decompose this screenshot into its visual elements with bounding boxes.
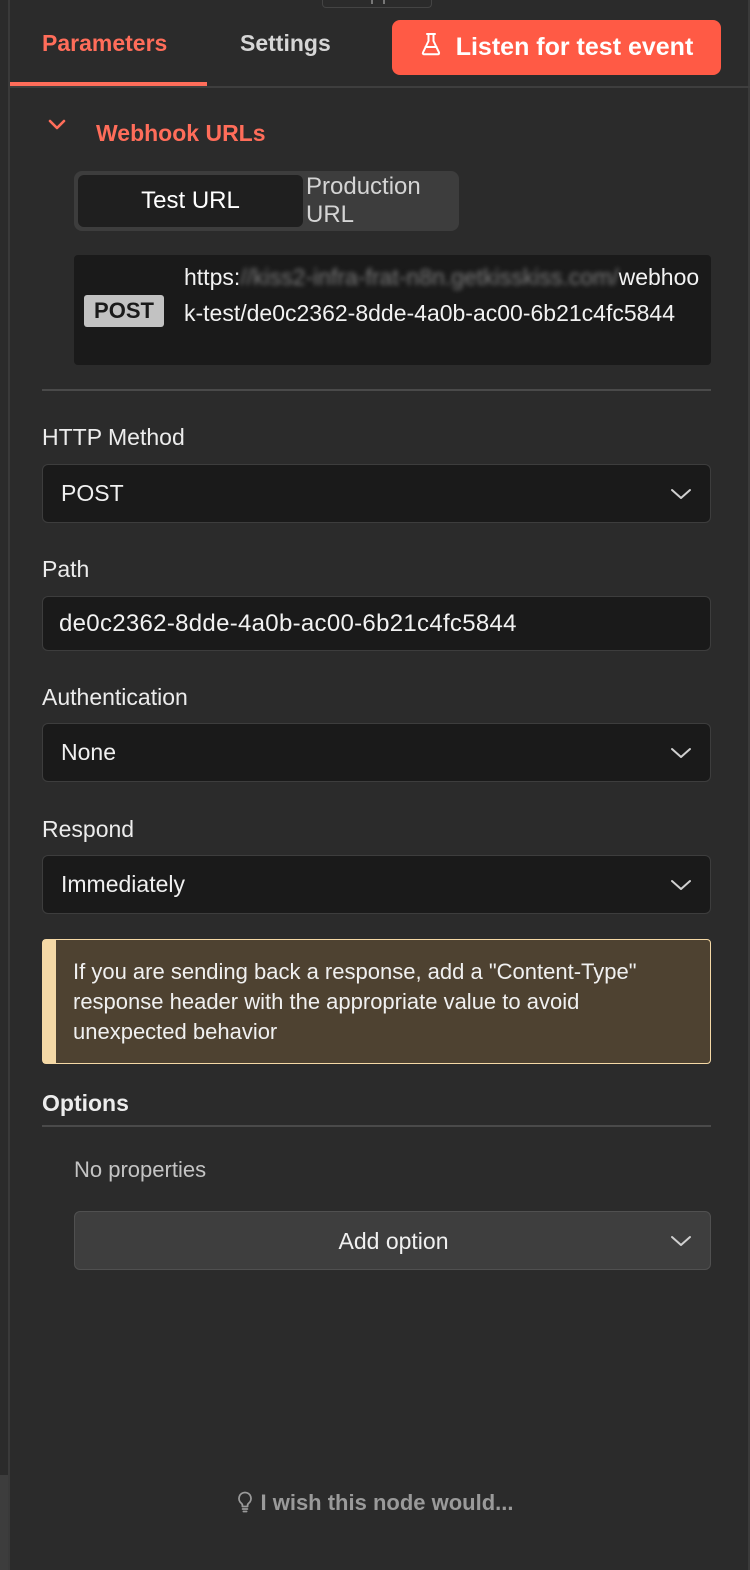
options-divider [42, 1125, 711, 1127]
respond-value: Immediately [61, 871, 185, 897]
chevron-down-icon [671, 748, 691, 758]
panel-tabs: Parameters Settings Listen for test even… [10, 0, 750, 88]
notice-text: If you are sending back a response, add … [73, 959, 637, 1044]
chevron-down-icon [671, 489, 691, 499]
url-host-blurred: //kiss2-infra-frat-n8n.getkisskiss.com/ [240, 264, 619, 290]
add-option-label: Add option [338, 1228, 449, 1254]
options-label: Options [42, 1090, 129, 1116]
test-url-tab[interactable]: Test URL [78, 175, 303, 227]
active-tab-indicator [10, 82, 207, 86]
authentication-value: None [61, 739, 116, 765]
path-input[interactable]: de0c2362-8dde-4a0b-ac00-6b21c4fc5844 [42, 596, 711, 651]
authentication-select[interactable]: None [42, 723, 711, 782]
notice-accent-bar [43, 940, 56, 1063]
url-prefix: https: [184, 264, 241, 290]
webhook-url-text: https://kiss2-infra-frat-n8n.getkisskiss… [184, 259, 704, 331]
path-value: de0c2362-8dde-4a0b-ac00-6b21c4fc5844 [59, 610, 517, 637]
respond-label: Respond [42, 816, 135, 842]
authentication-label: Authentication [42, 684, 188, 710]
url-type-toggle: Test URL Production URL [74, 171, 459, 231]
tab-parameters[interactable]: Parameters [42, 30, 167, 57]
http-method-select[interactable]: POST [42, 464, 711, 523]
listen-button-label: Listen for test event [455, 33, 694, 61]
http-method-value: POST [61, 480, 124, 506]
http-method-label: HTTP Method [42, 424, 185, 450]
tab-settings[interactable]: Settings [240, 30, 331, 57]
panel-left-border [8, 0, 10, 1570]
feedback-text: I wish this node would... [260, 1490, 514, 1515]
respond-select[interactable]: Immediately [42, 855, 711, 914]
path-label: Path [42, 556, 90, 582]
content-type-notice: If you are sending back a response, add … [42, 939, 711, 1064]
chevron-down-icon [671, 1236, 691, 1246]
method-badge: POST [84, 295, 164, 327]
listen-for-test-event-button[interactable]: Listen for test event [392, 20, 721, 75]
add-option-button[interactable]: Add option [74, 1211, 711, 1270]
node-parameters-panel: Parameters Settings Listen for test even… [0, 0, 750, 1570]
chevron-down-icon [671, 880, 691, 890]
webhook-url-display[interactable]: POST https://kiss2-infra-frat-n8n.getkis… [74, 255, 711, 365]
collapse-chevron-icon[interactable] [47, 118, 67, 132]
webhook-urls-title[interactable]: Webhook URLs [96, 120, 266, 147]
no-properties-text: No properties [74, 1157, 207, 1182]
section-divider [42, 389, 711, 391]
flask-icon [420, 32, 442, 63]
lightbulb-icon [237, 1491, 252, 1513]
production-url-tab[interactable]: Production URL [306, 173, 454, 228]
feedback-link[interactable]: I wish this node would... [0, 1490, 750, 1516]
